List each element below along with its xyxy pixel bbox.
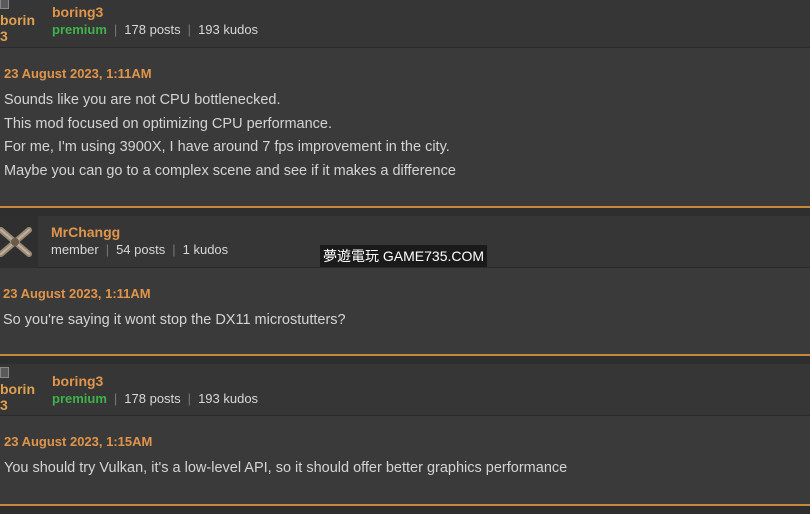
kudos-count: 1 kudos	[182, 242, 229, 257]
post-count: 178 posts	[124, 22, 181, 37]
post-count: 54 posts	[116, 242, 166, 257]
post-timestamp[interactable]: 23 August 2023, 1:11AM	[4, 66, 152, 81]
username[interactable]: boring3	[52, 373, 103, 389]
post-timestamp[interactable]: 23 August 2023, 1:11AM	[3, 286, 151, 301]
post-separator	[0, 206, 810, 216]
broken-image-icon: borin 3	[0, 365, 40, 413]
kudos-count: 193 kudos	[198, 22, 259, 37]
avatar-image	[0, 216, 38, 268]
watermark: 夢遊電玩 GAME735.COM	[320, 245, 488, 267]
broken-image-icon: borin 3	[0, 0, 40, 44]
post-count: 178 posts	[124, 391, 181, 406]
post-text-line: Maybe you can go to a complex scene and …	[4, 163, 456, 179]
user-meta: premium | 178 posts | 193 kudos	[52, 22, 259, 37]
post-text-line: For me, I'm using 3900X, I have around 7…	[4, 139, 450, 155]
post-separator	[0, 504, 810, 514]
user-rank: member	[51, 242, 99, 257]
user-rank: premium	[52, 391, 107, 406]
username[interactable]: boring3	[52, 4, 103, 20]
post-text-line: Sounds like you are not CPU bottlenecked…	[4, 92, 281, 108]
kudos-count: 193 kudos	[198, 391, 259, 406]
post-header: borin 3 boring3 premium | 178 posts | 193 kud…	[0, 0, 810, 48]
user-rank: premium	[52, 22, 107, 37]
avatar[interactable]: borin 3	[0, 0, 40, 47]
post-header: borin 3 boring3 premium | 178 posts | 193 kud…	[0, 364, 810, 416]
post-text-line: You should try Vulkan, it's a low-level …	[4, 460, 568, 476]
avatar[interactable]	[0, 216, 38, 268]
post-timestamp[interactable]: 23 August 2023, 1:15AM	[4, 434, 152, 449]
username[interactable]: MrChangg	[51, 224, 120, 240]
user-meta: premium | 178 posts | 193 kudos	[52, 391, 259, 406]
user-meta: member | 54 posts | 1 kudos	[51, 242, 229, 257]
post-body: 23 August 2023, 1:15AM You should try Vu…	[0, 416, 810, 504]
post-separator	[0, 354, 810, 364]
avatar[interactable]: borin 3	[0, 364, 40, 415]
post-text-line: This mod focused on optimizing CPU perfo…	[4, 116, 333, 132]
post-body: 23 August 2023, 1:11AM Sounds like you a…	[0, 48, 810, 206]
post-body: 23 August 2023, 1:11AM So you're saying …	[0, 268, 810, 354]
post-text-line: So you're saying it wont stop the DX11 m…	[3, 312, 346, 328]
